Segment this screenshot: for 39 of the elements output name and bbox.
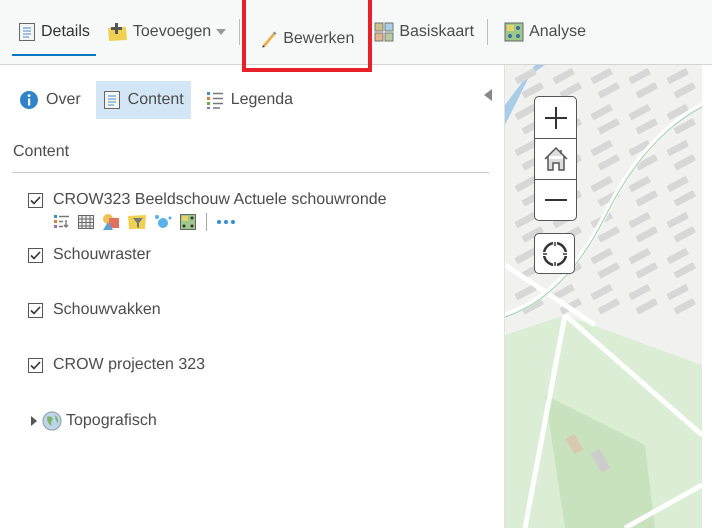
locate-button[interactable]: [534, 233, 575, 274]
minus-icon: [544, 198, 566, 202]
map-analysis-icon: [504, 22, 524, 42]
layer-name[interactable]: Schouwraster: [53, 246, 151, 264]
layer-name[interactable]: Schouwvakken: [53, 301, 161, 319]
panel-tab[interactable]: Legenda: [198, 81, 300, 119]
home-icon: [542, 145, 570, 173]
layer-checkbox[interactable]: [28, 358, 43, 372]
legend-list-icon[interactable]: [54, 214, 70, 230]
document-icon: [102, 90, 121, 110]
more-options-icon[interactable]: [217, 220, 235, 224]
shapes-icon[interactable]: [102, 213, 120, 231]
caret-icon: [216, 29, 226, 35]
layer-name[interactable]: CROW323 Beeldschouw Actuele schouwronde: [53, 191, 387, 209]
globe-icon: [42, 411, 62, 431]
layer-checkbox[interactable]: [28, 302, 43, 318]
expand-arrow-icon[interactable]: [30, 416, 38, 426]
panel-tab[interactable]: Content: [96, 81, 191, 119]
toolbar-button[interactable]: Details: [12, 12, 96, 56]
map-analysis-icon[interactable]: [180, 214, 196, 230]
layer-checkbox[interactable]: [28, 248, 43, 262]
pencil-icon: [260, 30, 278, 48]
info-icon: [19, 90, 39, 110]
panel-tab[interactable]: Over: [12, 81, 88, 119]
basemap-grid-icon: [374, 22, 394, 42]
layer-checkbox[interactable]: [28, 192, 43, 208]
layer-group-name[interactable]: Topografisch: [66, 412, 157, 430]
legend-list-icon: [206, 90, 224, 110]
section-title: Content: [12, 143, 489, 173]
toolbar-button[interactable]: Analyse: [498, 12, 592, 56]
toolbar-button[interactable]: Bewerken: [242, 0, 372, 72]
add-content-icon: [106, 22, 128, 42]
crosshair-icon: [540, 238, 570, 268]
table-icon[interactable]: [78, 215, 94, 229]
document-icon: [18, 22, 36, 42]
collapse-arrow-icon[interactable]: [484, 89, 492, 101]
filter-icon[interactable]: [128, 214, 146, 230]
plus-icon: [544, 106, 566, 128]
layer-name[interactable]: CROW projecten 323: [53, 356, 206, 374]
